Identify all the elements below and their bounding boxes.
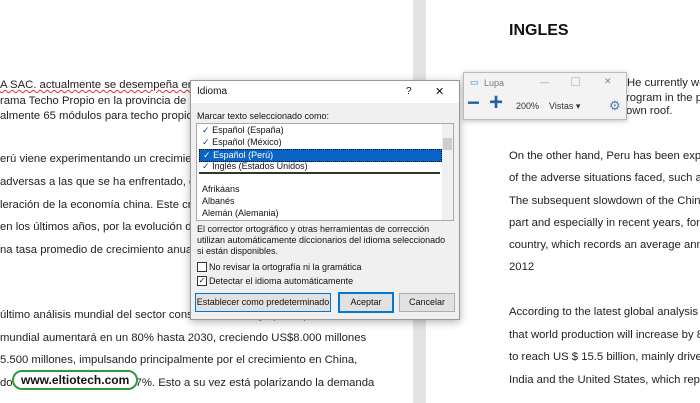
- close-button[interactable]: ✕: [604, 76, 612, 87]
- close-button[interactable]: ✕: [435, 85, 444, 98]
- language-item[interactable]: ✓ Español (España): [199, 125, 440, 136]
- minimize-button[interactable]: —: [540, 77, 549, 87]
- no-check-checkbox[interactable]: [197, 262, 207, 272]
- language-item[interactable]: ✓ Español (México): [199, 137, 440, 148]
- doc-line: mundial aumentará en un 80% hasta 2030, …: [0, 332, 367, 344]
- ok-button[interactable]: Aceptar: [338, 292, 394, 313]
- dialog-titlebar: Idioma ? ✕: [191, 81, 459, 103]
- gear-icon[interactable]: ⚙: [609, 98, 621, 114]
- cancel-button[interactable]: Cancelar: [399, 293, 455, 312]
- description-text: El corrector ortográfico y otras herrami…: [197, 224, 446, 256]
- detect-checkbox[interactable]: ✓: [197, 276, 207, 286]
- language-item[interactable]: Albanés: [199, 196, 440, 207]
- language-item[interactable]: Alemán (Alemania): [199, 208, 440, 219]
- detect-label: Detectar el idioma automáticamente: [209, 276, 354, 286]
- doc-heading: INGLES: [509, 22, 569, 39]
- magnifier-icon: ▭: [470, 77, 479, 87]
- set-default-button[interactable]: Establecer como predeterminado: [195, 293, 331, 312]
- doc-line: of the adverse situations faced, such as…: [509, 172, 700, 184]
- doc-line: 5.500 millones, impulsando principalment…: [0, 354, 358, 366]
- doc-line: India and the United States, which repre…: [509, 374, 700, 386]
- spellcheck-icon: ✓: [202, 161, 210, 171]
- doc-line: part and especially in recent years, for…: [509, 217, 700, 229]
- doc-line: rama Techo Propio en la provincia de la …: [0, 95, 223, 107]
- doc-line: to reach US $ 15.5 billion, mainly drive…: [509, 351, 700, 363]
- doc-line: almente 65 módulos para techo propio.: [0, 110, 196, 122]
- list-label: Marcar texto seleccionado como:: [197, 111, 330, 121]
- no-check-label: No revisar la ortografía ni la gramática: [209, 262, 362, 272]
- zoom-level: 200%: [516, 101, 540, 111]
- language-list[interactable]: ✓ Español (España) ✓ Español (México) ✓ …: [196, 123, 454, 221]
- doc-line: The subsequent slowdown of the Chinese e…: [509, 195, 700, 207]
- doc-line: On the other hand, Peru has been experie…: [509, 150, 700, 162]
- doc-line: rogram in the pro: [626, 92, 700, 104]
- doc-line: erú viene experimentando un crecimiento …: [0, 153, 217, 165]
- doc-line: According to the latest global analysis …: [509, 306, 700, 318]
- zoom-in-button[interactable]: +: [489, 91, 503, 115]
- doc-line: He currently wor: [627, 77, 700, 89]
- list-scrollbar[interactable]: [442, 124, 453, 220]
- views-dropdown[interactable]: Vistas ▾: [549, 101, 580, 112]
- doc-line: own roof.: [626, 105, 673, 117]
- magnifier-title: Lupa: [484, 78, 505, 88]
- language-item[interactable]: Afrikáans: [199, 184, 440, 195]
- doc-line: 2012: [509, 261, 535, 273]
- doc-line: country, which records an average annual…: [509, 239, 700, 251]
- zoom-out-button[interactable]: −: [467, 92, 480, 114]
- doc-line: en los últimos años, por la evolución de…: [0, 221, 222, 233]
- spellcheck-icon: ✓: [202, 125, 210, 135]
- language-item[interactable]: ✓ Inglés (Estados Unidos): [199, 161, 440, 174]
- doc-line: na tasa promedio de crecimiento anual de…: [0, 244, 213, 256]
- watermark-logo: www.eltiotech.com: [12, 370, 139, 390]
- spellcheck-icon: ✓: [203, 150, 211, 160]
- english-document-page[interactable]: INGLES He currently wor rogram in the pr…: [426, 0, 700, 403]
- dialog-title: Idioma: [197, 86, 228, 97]
- maximize-button[interactable]: [571, 77, 580, 86]
- spellcheck-icon: ✓: [202, 137, 210, 147]
- magnifier-window: ▭ Lupa — ✕ − + 200% Vistas ▾ ⚙: [463, 72, 627, 120]
- doc-line: that world production will increase by 8…: [509, 329, 700, 341]
- language-dialog: Idioma ? ✕ Marcar texto seleccionado com…: [190, 80, 460, 320]
- help-button[interactable]: ?: [406, 86, 412, 97]
